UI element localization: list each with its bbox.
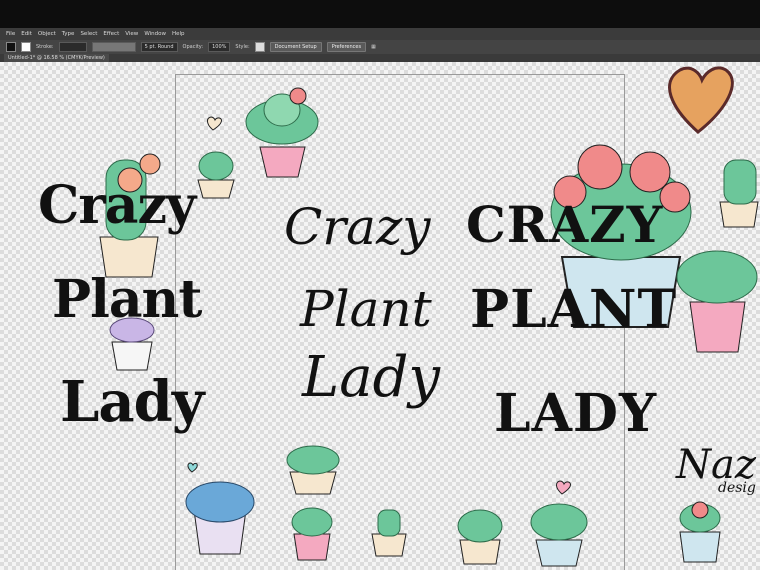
style-swatch[interactable] (254, 42, 265, 52)
style-label: Style: (235, 44, 250, 50)
menu-select[interactable]: Select (80, 31, 97, 37)
screen: File Edit Object Type Select Effect View… (0, 0, 760, 570)
menu-effect[interactable]: Effect (103, 31, 119, 37)
cactus-bottom-icon (371, 509, 407, 557)
opacity-label: Opacity: (182, 44, 204, 50)
document-tab[interactable]: Untitled-1* @ 16.58 % (CMYK/Preview) (4, 54, 109, 62)
center-word-1[interactable]: Crazy (284, 202, 431, 252)
small-heart-icon (207, 116, 222, 131)
small-heart-icon (556, 480, 571, 495)
succulent-bottom-cream-pot-icon (286, 445, 340, 495)
menu-object[interactable]: Object (38, 31, 56, 37)
menu-help[interactable]: Help (172, 31, 185, 37)
brush-definition-field[interactable]: 5 pt. Round (140, 42, 178, 52)
preferences-button[interactable]: Preferences (326, 42, 367, 52)
fill-swatch[interactable] (6, 42, 16, 52)
heart-icon (668, 66, 734, 134)
succulent-bottom-pink-pot-icon (291, 507, 333, 561)
menu-view[interactable]: View (125, 31, 138, 37)
document-tab-bar: Untitled-1* @ 16.58 % (CMYK/Preview) (0, 54, 760, 62)
menu-edit[interactable]: Edit (21, 31, 32, 37)
left-word-1[interactable]: Crazy (38, 180, 196, 232)
signature-sub: desig (718, 480, 756, 496)
succulent-bottom-far-right-pot-icon (679, 501, 721, 563)
small-heart-icon (187, 462, 198, 473)
document-setup-button[interactable]: Document Setup (269, 42, 322, 52)
right-word-3[interactable]: LADY (494, 388, 657, 440)
monitor-bezel (0, 0, 760, 28)
succulent-bottom-right-blue-pot-icon (530, 503, 588, 567)
control-bar: Stroke: 5 pt. Round Opacity: 100% Style:… (0, 40, 760, 54)
succulent-right-pink-pot-icon (676, 250, 758, 353)
succulent-cream-pot-icon (197, 151, 235, 199)
stroke-swatch[interactable] (21, 42, 31, 52)
center-word-3[interactable]: Lady (302, 350, 440, 406)
cactus-top-right-icon (719, 159, 759, 228)
stroke-label: Stroke: (36, 44, 54, 50)
succulent-bottom-center-pot-icon (457, 509, 503, 565)
right-word-1[interactable]: CRAZY (466, 200, 663, 250)
artboard-canvas[interactable]: Crazy Plant Lady Crazy Plant Lady CRAZY … (0, 62, 760, 570)
left-word-2[interactable]: Plant (52, 274, 202, 326)
left-word-3[interactable]: Lady (60, 374, 204, 430)
right-word-2[interactable]: PLANT (470, 284, 677, 336)
arrange-icon[interactable]: ▦ (371, 44, 376, 50)
succulent-pink-pot-icon (245, 87, 319, 178)
opacity-field[interactable]: 100% (208, 42, 231, 52)
stroke-weight-field[interactable] (58, 42, 87, 52)
variable-width-field[interactable] (91, 42, 136, 52)
succulent-bottom-blue-pot-icon (185, 481, 255, 555)
menu-bar: File Edit Object Type Select Effect View… (0, 28, 760, 40)
center-word-2[interactable]: Plant (300, 284, 432, 334)
menu-type[interactable]: Type (62, 31, 75, 37)
menu-window[interactable]: Window (144, 31, 166, 37)
menu-file[interactable]: File (6, 31, 15, 37)
